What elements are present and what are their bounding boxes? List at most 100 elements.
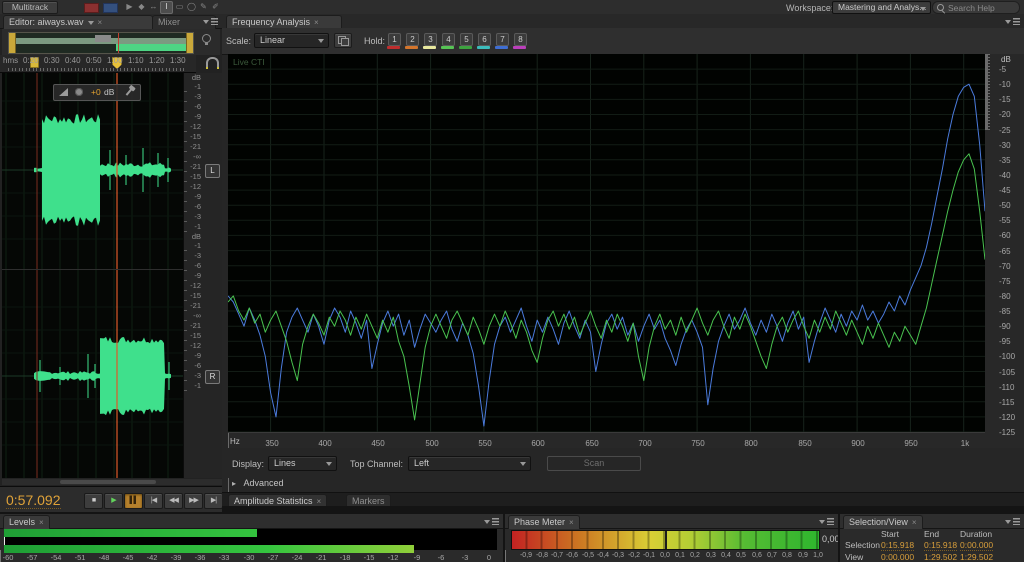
panel-menu-icon[interactable] [819, 517, 834, 526]
channel-badge-right[interactable]: R [205, 370, 220, 384]
scale-dropdown[interactable]: Linear [254, 33, 329, 48]
ruler-tick [113, 68, 114, 71]
tab-editor[interactable]: Editor: aiways.wav× [3, 15, 153, 29]
scan-button[interactable]: Scan [547, 456, 641, 471]
stop-button[interactable]: ■ [84, 493, 103, 509]
hold-8-button[interactable]: 8 [514, 33, 527, 46]
close-icon[interactable]: × [569, 518, 574, 527]
close-icon[interactable]: × [314, 18, 319, 27]
tab-markers[interactable]: Markers [346, 494, 391, 506]
ruler-tick [117, 68, 118, 71]
hold-1-button[interactable]: 1 [388, 33, 401, 46]
view-end-value[interactable]: 1:29.502 [924, 552, 957, 562]
tab-phase-meter[interactable]: Phase Meter× [508, 515, 580, 529]
close-icon[interactable]: × [98, 18, 103, 27]
selection-duration-value[interactable]: 0:00.000 [960, 540, 993, 551]
selection-start-value[interactable]: 0:15.918 [881, 540, 914, 551]
overview-handle-right[interactable] [186, 33, 193, 53]
spot-healing-tool-icon[interactable]: ✐ [210, 1, 221, 12]
hold-5-button[interactable]: 5 [460, 33, 473, 46]
channel-badge-left[interactable]: L [205, 164, 220, 178]
db-axis-label: -30 [999, 141, 1011, 150]
fade-ramp-icon[interactable] [59, 88, 68, 96]
chevron-down-icon[interactable] [88, 21, 94, 25]
fast-forward-button[interactable]: ▶▶ [184, 493, 203, 509]
waveform-display[interactable] [2, 73, 183, 478]
hscroll-thumb[interactable] [60, 480, 156, 484]
skip-to-previous-button[interactable]: |◀ [144, 493, 163, 509]
skip-to-next-button[interactable]: ▶| [204, 493, 222, 509]
amplitude-scale-label: -12 [184, 122, 201, 131]
hold-6-button[interactable]: 6 [478, 33, 491, 46]
ruler-tick [134, 68, 135, 71]
db-axis-label: -105 [999, 368, 1015, 377]
editor-tabbar: Editor: aiways.wav× Mixer [0, 14, 222, 29]
db-axis-label: -50 [999, 201, 1011, 210]
workspace-dropdown[interactable]: Mastering and Analys... [832, 1, 931, 14]
multitrack-editor-icon[interactable] [103, 3, 118, 13]
db-axis-tick [985, 129, 990, 130]
waveform-editor-icon[interactable] [84, 3, 99, 13]
display-dropdown[interactable]: Lines [268, 456, 337, 471]
db-axis-label: -80 [999, 292, 1011, 301]
time-display[interactable]: 0:57.092 [6, 492, 61, 509]
razor-tool-icon[interactable]: ◆ [136, 1, 147, 12]
overview-track[interactable] [8, 32, 194, 54]
marquee-selection-tool-icon[interactable]: ▭ [174, 1, 185, 12]
phase-scale-label: 0,4 [718, 552, 734, 559]
rewind-button[interactable]: ◀◀ [164, 493, 183, 509]
close-icon[interactable]: × [39, 518, 44, 527]
view-duration-value[interactable]: 1:29.502 [960, 552, 993, 562]
tab-selection-view[interactable]: Selection/View× [843, 515, 923, 529]
bulb-icon[interactable] [202, 34, 211, 43]
snapshot-button[interactable] [334, 33, 352, 48]
ruler-tick [61, 68, 62, 71]
overview-playhead[interactable] [118, 33, 119, 53]
hold-3-button[interactable]: 3 [424, 33, 437, 46]
hold-4-button[interactable]: 4 [442, 33, 455, 46]
panel-menu-icon[interactable] [484, 517, 499, 526]
panel-menu-icon[interactable] [1005, 17, 1020, 26]
panel-menu-icon[interactable] [203, 17, 218, 26]
lasso-selection-tool-icon[interactable]: ◯ [186, 1, 197, 12]
close-icon[interactable]: × [912, 518, 917, 527]
overview-handle-left[interactable] [9, 33, 16, 53]
hold-7-button[interactable]: 7 [496, 33, 509, 46]
hold-2-button[interactable]: 2 [406, 33, 419, 46]
hz-axis-title: Hz [230, 437, 240, 446]
ruler-tick [124, 68, 125, 71]
multitrack-button[interactable]: Multitrack [2, 1, 58, 14]
search-help-box[interactable]: Search Help [932, 1, 1020, 14]
view-start-value[interactable]: 0:00.000 [881, 552, 914, 562]
advanced-disclosure[interactable]: ▸ Advanced [232, 478, 284, 490]
close-icon[interactable]: × [317, 497, 322, 506]
gain-hud[interactable]: +0 dB [53, 84, 141, 101]
move-tool-icon[interactable]: ▶ [124, 1, 135, 12]
pin-icon[interactable] [126, 88, 133, 95]
amplitude-scale-label: -6 [184, 261, 201, 270]
db-axis-label: -10 [999, 80, 1011, 89]
paintbrush-tool-icon[interactable]: ✎ [198, 1, 209, 12]
tab-levels[interactable]: Levels× [3, 515, 50, 529]
selection-end-value[interactable]: 0:15.918 [924, 540, 957, 551]
tab-amplitude-statistics[interactable]: Amplitude Statistics× [228, 494, 327, 506]
top-channel-dropdown[interactable]: Left [408, 456, 531, 471]
tab-frequency-analysis[interactable]: Frequency Analysis× [226, 15, 342, 29]
waveform-hscrollbar[interactable] [2, 479, 222, 485]
ruler-tick [162, 68, 163, 71]
ruler-tick [85, 68, 86, 71]
amplitude-scale-label: -12 [184, 341, 201, 350]
gain-knob-icon[interactable] [75, 88, 83, 96]
channel-divider[interactable] [2, 269, 183, 270]
db-axis-label: -15 [999, 95, 1011, 104]
time-selection-tool-icon[interactable]: ↔ [148, 1, 159, 12]
pause-button[interactable]: ▌▌ [124, 493, 143, 509]
panel-menu-icon[interactable] [1005, 517, 1020, 526]
play-button[interactable]: ▶ [104, 493, 123, 509]
magnet-icon[interactable] [206, 57, 219, 67]
time-ruler[interactable]: hms 0:200:300:400:501:001:101:201:30 [0, 55, 196, 73]
db-axis-label: -95 [999, 337, 1011, 346]
levels-scale-label: -45 [120, 553, 136, 562]
hud-gain-value[interactable]: +0 [91, 87, 101, 97]
ibeam-tool-icon[interactable]: I [160, 1, 173, 14]
